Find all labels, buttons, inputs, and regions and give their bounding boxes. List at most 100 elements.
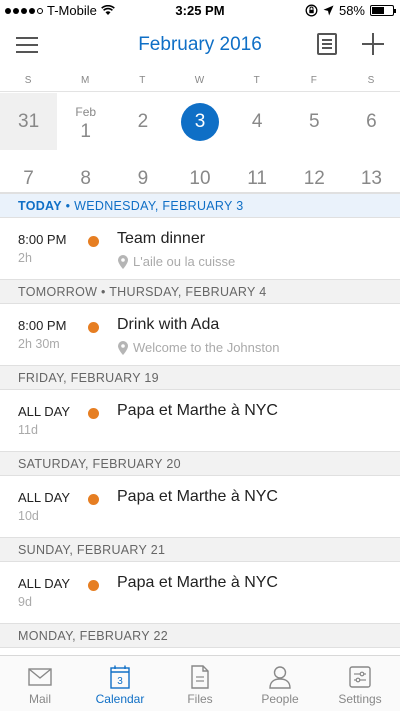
agenda-date-header: SATURDAY, FEBRUARY 20	[0, 451, 400, 476]
agenda-date-header: TOMORROW • THURSDAY, FEBRUARY 4	[0, 279, 400, 304]
agenda-date-header: MONDAY, FEBRUARY 22	[0, 623, 400, 648]
event-duration: 9d	[18, 595, 32, 609]
rotation-lock-icon	[305, 4, 318, 17]
weekday-label: T	[253, 75, 261, 86]
calendar-day[interactable]: 4	[229, 93, 286, 150]
calendar-grid: 31 Feb 1 2 3 4 5 6 7 8 9 10 11 12 13	[0, 93, 400, 207]
event-title: Papa et Marthe à NYC	[117, 402, 278, 419]
weekday-header: S M T W T F S	[0, 70, 400, 92]
event-title: Papa et Marthe à NYC	[117, 574, 278, 591]
event-duration: 2h 30m	[18, 337, 60, 351]
day-number: 13	[360, 167, 382, 189]
calendar-icon-number: 3	[117, 676, 123, 687]
event-duration: 2h	[18, 251, 32, 265]
battery-percent: 58%	[338, 3, 365, 18]
tab-people[interactable]: People	[240, 656, 320, 711]
add-event-icon[interactable]	[362, 33, 384, 55]
status-bar: T-Mobile 3:25 PM 58%	[0, 0, 400, 22]
file-icon	[187, 665, 213, 689]
battery-icon	[370, 5, 396, 16]
event-time: ALL DAY	[18, 404, 71, 419]
event-time: 8:00 PM	[18, 232, 67, 247]
tab-bar: Mail 3 Calendar Files People Settings	[0, 655, 400, 711]
tab-label: Mail	[28, 692, 51, 706]
weekday-label: W	[194, 75, 206, 86]
event-location-text: L'aile ou la cuisse	[133, 254, 236, 269]
event-duration: 11d	[18, 423, 38, 437]
agenda-list[interactable]: TODAY • WEDNESDAY, FEBRUARY 3 8:00 PM 2h…	[0, 192, 400, 655]
event-color-dot	[88, 236, 99, 247]
calendar-week: 31 Feb 1 2 3 4 5 6	[0, 93, 400, 150]
event-title: Papa et Marthe à NYC	[117, 488, 278, 505]
day-number: 3	[180, 102, 219, 141]
location-pin-icon	[118, 340, 128, 355]
event-location: L'aile ou la cuisse	[118, 254, 235, 269]
calendar-icon: 3	[107, 665, 133, 689]
calendar-day-selected[interactable]: 3	[171, 93, 228, 150]
person-icon	[267, 665, 293, 689]
tab-files[interactable]: Files	[160, 656, 240, 711]
day-number: 31	[18, 110, 40, 132]
settings-sliders-icon	[347, 665, 373, 689]
event-title: Drink with Ada	[117, 316, 220, 333]
tab-mail[interactable]: Mail	[0, 656, 80, 711]
event-duration: 10d	[18, 509, 39, 523]
today-label: TODAY	[18, 199, 62, 213]
event-color-dot	[88, 408, 99, 419]
event-row[interactable]: ALL DAY 10d Papa et Marthe à NYC	[0, 476, 400, 537]
location-arrow-icon	[323, 5, 334, 16]
weekday-label: F	[310, 75, 318, 86]
today-date: WEDNESDAY, FEBRUARY 3	[74, 199, 244, 213]
event-row[interactable]: 8:00 PM 2h Team dinner L'aile ou la cuis…	[0, 218, 400, 279]
day-number: 4	[251, 110, 263, 132]
calendar-day[interactable]: 31	[0, 93, 58, 150]
agenda-date-header: SUNDAY, FEBRUARY 21	[0, 537, 400, 562]
agenda-date-header: TODAY • WEDNESDAY, FEBRUARY 3	[0, 193, 400, 218]
tab-label: Files	[187, 692, 213, 706]
weekday-label: S	[24, 75, 33, 86]
status-right: 58%	[305, 3, 396, 18]
calendar-day[interactable]: 2	[114, 93, 171, 150]
event-location-text: Welcome to the Johnston	[133, 340, 280, 355]
tab-label: Settings	[338, 692, 382, 706]
tab-calendar[interactable]: 3 Calendar	[80, 656, 160, 711]
calendar-day[interactable]: 6	[343, 93, 400, 150]
event-time: ALL DAY	[18, 576, 71, 591]
event-title: Team dinner	[117, 230, 206, 247]
month-title[interactable]: February 2016	[0, 34, 400, 56]
day-number: 5	[308, 110, 320, 132]
day-number: 11	[247, 167, 267, 189]
app-header: February 2016	[0, 22, 400, 68]
event-color-dot	[88, 494, 99, 505]
tab-label: People	[261, 692, 299, 706]
day-number: 9	[137, 167, 149, 189]
tab-label: Calendar	[95, 692, 145, 706]
calendar-day[interactable]: Feb 1	[57, 93, 114, 150]
event-color-dot	[88, 580, 99, 591]
event-row[interactable]: ALL DAY 9d Papa et Marthe à NYC	[0, 562, 400, 623]
day-number: 1	[80, 120, 91, 142]
calendar-day[interactable]: 5	[286, 93, 343, 150]
menu-icon[interactable]	[16, 37, 38, 53]
mail-icon	[27, 665, 53, 689]
weekday-label: M	[81, 75, 91, 86]
day-number: 6	[366, 110, 377, 132]
day-number: 10	[189, 167, 211, 189]
agenda-view-icon[interactable]	[317, 33, 337, 55]
event-row[interactable]: 8:00 PM 2h 30m Drink with Ada Welcome to…	[0, 304, 400, 365]
battery-level	[372, 7, 384, 14]
event-location: Welcome to the Johnston	[118, 340, 279, 355]
day-number: 2	[137, 110, 149, 132]
event-color-dot	[88, 322, 99, 333]
day-month-label: Feb	[75, 105, 97, 119]
event-time: ALL DAY	[18, 490, 71, 505]
header-bullet: •	[65, 199, 71, 213]
agenda-date-header: FRIDAY, FEBRUARY 19	[0, 365, 400, 390]
day-number: 7	[23, 167, 34, 189]
location-pin-icon	[118, 254, 128, 269]
event-row[interactable]: ALL DAY 11d Papa et Marthe à NYC	[0, 390, 400, 451]
weekday-label: S	[367, 75, 376, 86]
tab-settings[interactable]: Settings	[320, 656, 400, 711]
weekday-label: T	[139, 75, 147, 86]
day-number: 8	[80, 167, 91, 189]
